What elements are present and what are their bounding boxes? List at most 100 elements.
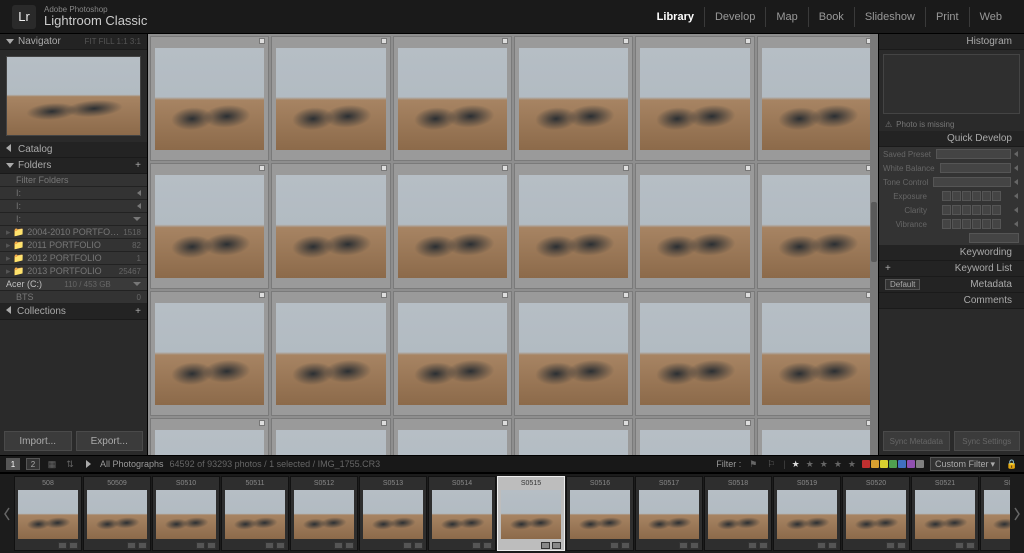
flag-icon[interactable] [745, 165, 751, 171]
flag-icon[interactable] [745, 292, 751, 298]
filmstrip-cell[interactable]: S0519 [773, 476, 841, 551]
navigator-preview[interactable] [6, 56, 141, 136]
grid-cell[interactable] [393, 163, 512, 288]
folders-header[interactable]: Folders + [0, 158, 147, 174]
qd-stepper[interactable] [942, 205, 1001, 215]
grid-cell[interactable] [635, 291, 754, 416]
section-header-comments[interactable]: Comments [879, 293, 1024, 309]
flag-icon[interactable] [259, 420, 265, 426]
filmstrip-cell[interactable]: S0514 [428, 476, 496, 551]
qd-dropdown[interactable] [933, 177, 1011, 187]
grid-scroll[interactable] [148, 34, 878, 455]
grid-cell[interactable] [635, 163, 754, 288]
color-chip[interactable] [889, 460, 897, 468]
flag-icon[interactable] [259, 165, 265, 171]
filmstrip-cell[interactable]: S0515 [497, 476, 565, 551]
filmstrip-cell[interactable]: S0520 [842, 476, 910, 551]
grid-cell[interactable] [150, 36, 269, 161]
grid-cell[interactable] [150, 291, 269, 416]
filter-lock-icon[interactable]: 🔒 [1006, 458, 1018, 470]
grid-cell[interactable] [393, 36, 512, 161]
star-filter-1[interactable]: ★ [792, 459, 800, 470]
qd-disclosure-icon[interactable] [1012, 151, 1020, 157]
export-button[interactable]: Export... [76, 431, 144, 451]
flag-icon[interactable] [623, 292, 629, 298]
grid-cell[interactable] [271, 36, 390, 161]
filmstrip-cell[interactable]: 50511 [221, 476, 289, 551]
flag-icon[interactable] [745, 38, 751, 44]
grid-cell[interactable] [150, 163, 269, 288]
flag-picked-icon[interactable]: ⚑ [747, 458, 759, 470]
add-folder-icon[interactable]: + [135, 160, 141, 171]
flag-icon[interactable] [381, 38, 387, 44]
color-chip[interactable] [871, 460, 879, 468]
filmstrip-cell[interactable]: S0516 [566, 476, 634, 551]
filmstrip-cell[interactable]: S0518 [704, 476, 772, 551]
flag-icon[interactable] [259, 38, 265, 44]
grid-cell[interactable] [757, 163, 876, 288]
filmstrip-cell[interactable]: S0522 [980, 476, 1010, 551]
flag-icon[interactable] [623, 38, 629, 44]
view-mode-grid-button[interactable]: 1 [6, 458, 20, 470]
drive-row[interactable]: Acer (C:) 110 / 453 GB [0, 278, 147, 291]
module-tab-print[interactable]: Print [926, 7, 970, 27]
custom-filter-dropdown[interactable]: Custom Filter ▾ [930, 457, 1000, 471]
catalog-header[interactable]: Catalog [0, 142, 147, 158]
color-chip[interactable] [916, 460, 924, 468]
scrollbar-handle[interactable] [871, 202, 877, 262]
star-filter-4[interactable]: ★ [834, 459, 842, 470]
grid-cell[interactable] [757, 36, 876, 161]
flag-icon[interactable] [502, 165, 508, 171]
module-tab-develop[interactable]: Develop [705, 7, 766, 27]
qd-disclosure-icon[interactable] [1012, 179, 1020, 185]
grid-cell[interactable] [514, 36, 633, 161]
flag-rejected-icon[interactable]: ⚐ [765, 458, 777, 470]
folder-row[interactable]: ▸ 📁2012 PORTFOLIO1 [0, 252, 147, 265]
flag-icon[interactable] [502, 420, 508, 426]
grid-cell[interactable] [514, 163, 633, 288]
filmstrip-cell[interactable]: S0521 [911, 476, 979, 551]
grid-cell[interactable] [514, 291, 633, 416]
section-header-keyword-list[interactable]: +Keyword List [879, 261, 1024, 277]
grid-scrollbar[interactable] [870, 34, 878, 455]
add-collection-icon[interactable]: + [135, 306, 141, 317]
filmstrip-cell[interactable]: S0512 [290, 476, 358, 551]
grid-cell[interactable] [271, 418, 390, 455]
metadata-preset-dropdown[interactable]: Default [885, 279, 920, 290]
section-header-keywording[interactable]: Keywording [879, 245, 1024, 261]
grid-cell[interactable] [150, 418, 269, 455]
flag-icon[interactable] [623, 420, 629, 426]
star-filter-5[interactable]: ★ [848, 459, 856, 470]
volume-row[interactable]: I: [0, 200, 147, 213]
grid-cell[interactable] [271, 291, 390, 416]
qd-disclosure-icon[interactable] [1012, 165, 1020, 171]
flag-icon[interactable] [381, 420, 387, 426]
grid-cell[interactable] [635, 418, 754, 455]
flag-icon[interactable] [502, 292, 508, 298]
color-chip[interactable] [880, 460, 888, 468]
folder-row[interactable]: ▸ 📁2011 PORTFOLIO82 [0, 239, 147, 252]
color-chip[interactable] [898, 460, 906, 468]
color-chip[interactable] [907, 460, 915, 468]
filmstrip-next-button[interactable] [1010, 474, 1024, 553]
qd-stepper[interactable] [942, 219, 1001, 229]
qd-disclosure-icon[interactable] [1012, 193, 1020, 199]
qd-dropdown[interactable] [940, 163, 1011, 173]
collections-header[interactable]: Collections + [0, 304, 147, 320]
grid-cell[interactable] [514, 418, 633, 455]
filmstrip-prev-button[interactable] [0, 474, 14, 553]
grid-cell[interactable] [757, 291, 876, 416]
flag-icon[interactable] [623, 165, 629, 171]
grid-cell[interactable] [635, 36, 754, 161]
grid-cell[interactable] [757, 418, 876, 455]
prev-icon[interactable] [82, 458, 94, 470]
filmstrip-scroll[interactable]: 50850509S051050511S0512S0513S0514S0515S0… [14, 474, 1010, 553]
view-mode-loupe-button[interactable]: 2 [26, 458, 40, 470]
qd-dropdown[interactable] [936, 149, 1011, 159]
navigator-header[interactable]: Navigator FIT FILL 1:1 3:1 [0, 34, 147, 50]
flag-icon[interactable] [502, 38, 508, 44]
sync-settings-button[interactable]: Sync Settings [954, 431, 1021, 451]
add-icon[interactable]: + [885, 263, 891, 274]
module-tab-slideshow[interactable]: Slideshow [855, 7, 926, 27]
filmstrip-cell[interactable]: S0510 [152, 476, 220, 551]
